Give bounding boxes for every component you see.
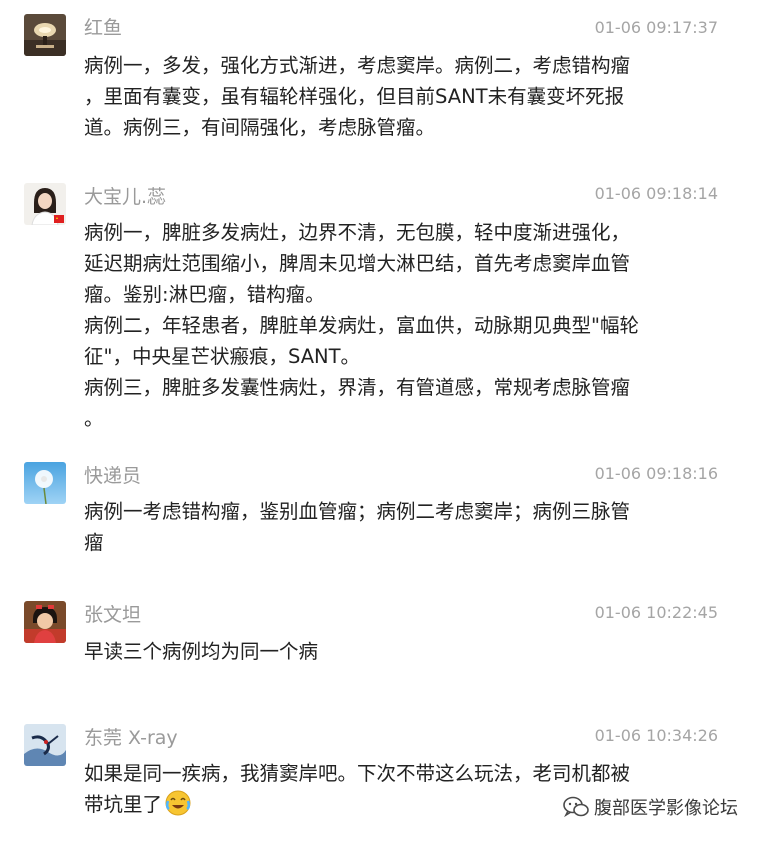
lamp-avatar-icon[interactable] (24, 14, 66, 56)
comment-username[interactable]: 红鱼 (84, 16, 122, 40)
comment-username[interactable]: 张文坦 (84, 603, 141, 627)
comment-text: 早读三个病例均为同一个病 (84, 640, 319, 663)
watermark-text: 腹部医学影像论坛 (594, 798, 738, 819)
comment-username[interactable]: 快递员 (84, 464, 141, 488)
comment-text: 病例一，脾脏多发病灶，边界不清，无包膜，轻中度渐进强化， 延迟期病灶范围缩小，脾… (84, 221, 639, 430)
wechat-icon (562, 794, 590, 820)
comment-timestamp: 01-06 10:22:45 (594, 603, 718, 622)
comment-timestamp: 01-06 09:17:37 (594, 18, 718, 37)
woman-avatar-icon[interactable] (24, 183, 66, 225)
child-avatar-icon[interactable] (24, 601, 66, 643)
comment-username[interactable]: 东莞 X-ray (84, 726, 178, 750)
account-watermark: 腹部医学影像论坛 (562, 792, 738, 822)
comment-timestamp: 01-06 09:18:16 (594, 464, 718, 483)
laugh-cry-emoji-icon (164, 789, 192, 817)
comment-username[interactable]: 大宝儿.蕊 (84, 185, 166, 209)
dandelion-avatar-icon[interactable] (24, 462, 66, 504)
comment-text: 病例一，多发，强化方式渐进，考虑窦岸。病例二，考虑错构瘤 ，里面有囊变，虽有辐轮… (84, 54, 631, 139)
comment-timestamp: 01-06 09:18:14 (594, 184, 718, 203)
bird-avatar-icon[interactable] (24, 724, 66, 766)
comment-timestamp: 01-06 10:34:26 (594, 726, 718, 745)
comment-text: 病例一考虑错构瘤，鉴别血管瘤；病例二考虑窦岸；病例三脉管 瘤 (84, 500, 631, 554)
